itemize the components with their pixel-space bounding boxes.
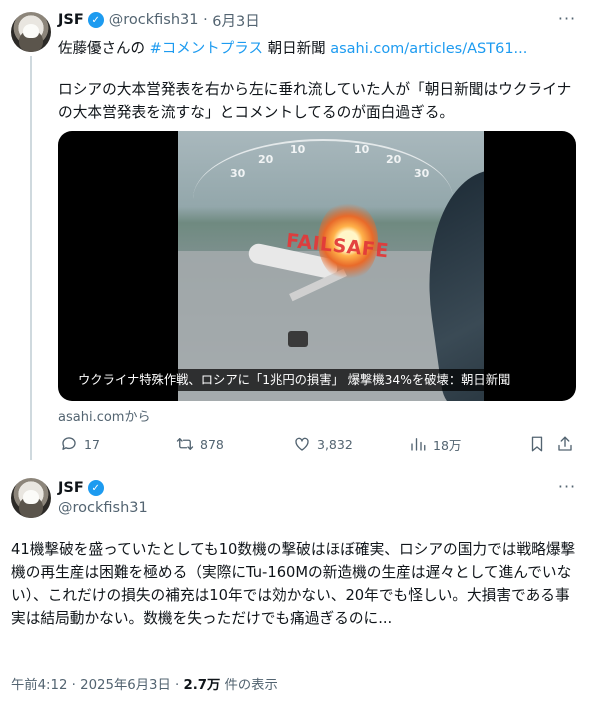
views-count: 2.7万 — [183, 678, 221, 693]
author-name[interactable]: JSF — [58, 12, 84, 28]
reply-icon — [62, 437, 76, 450]
more-icon[interactable]: ··· — [556, 11, 578, 32]
verified-badge-icon: ✓ — [87, 12, 104, 28]
bookmark-icon — [531, 436, 543, 452]
dial-label: 20 — [386, 153, 402, 166]
share-icon — [558, 436, 572, 451]
reply-button[interactable]: 17 — [60, 432, 100, 456]
views-count: 18万 — [433, 437, 462, 453]
views-button[interactable]: 18万 — [409, 432, 461, 456]
repost-icon — [176, 438, 194, 450]
paper-name: 朝日新聞 — [267, 41, 326, 57]
share-button[interactable] — [556, 432, 580, 456]
dial-label: 10 — [290, 143, 306, 156]
like-count: 3,832 — [317, 436, 353, 452]
dial-label: 30 — [414, 167, 430, 180]
author-handle[interactable]: @rockfish31 — [109, 12, 199, 28]
author-name[interactable]: JSF — [58, 480, 84, 496]
views-icon — [411, 438, 426, 451]
tweet-text: ロシアの大本営発表を右から左に垂れ流していた人が「朝日新聞はウクライナの大本営発… — [58, 81, 572, 121]
bookmark-button[interactable] — [528, 432, 552, 456]
tweet-date[interactable]: 6月3日 — [212, 10, 259, 31]
line2-prefix: 佐藤優さんの — [58, 41, 145, 57]
tweet-text: 41機撃破を盛っていたとしても10数機の撃破はほぼ確実、ロシアの国力では戦略爆撃… — [11, 541, 576, 627]
like-icon — [295, 437, 309, 451]
tweet-meta: 午前4:12 · 2025年6月3日 · 2.7万 件の表示 — [11, 674, 278, 693]
ground-object — [288, 331, 308, 347]
quoted-tweet[interactable]: JSF ✓ @rockfish31 · 6月3日 ··· 佐藤優さんの #コメン… — [0, 0, 591, 460]
more-icon[interactable]: ··· — [556, 479, 578, 500]
action-bar: 17 878 3,832 18万 — [58, 432, 578, 456]
dial-label: 10 — [354, 143, 370, 156]
thread-line — [30, 56, 32, 460]
dial-label: 30 — [230, 167, 246, 180]
separator-dot: · — [198, 12, 213, 28]
comment-plus-line: 佐藤優さんの #コメントプラス 朝日新聞 asahi.com/articles/… — [58, 37, 527, 58]
card-caption: ウクライナ特殊作戦、ロシアに「1兆円の損害」 爆撃機34%を破壊：朝日新聞 — [70, 369, 519, 391]
article-link[interactable]: asahi.com/articles/AST61... — [330, 41, 527, 57]
avatar[interactable] — [11, 478, 51, 518]
hashtag-link[interactable]: #コメントプラス — [150, 41, 263, 57]
author-handle[interactable]: @rockfish31 — [58, 500, 148, 516]
avatar[interactable] — [11, 12, 51, 52]
dial-label: 20 — [258, 153, 274, 166]
tweet-header: JSF ✓ @rockfish31 · 6月3日 — [58, 10, 260, 30]
link-card-image[interactable]: 30 20 10 10 20 30 FAILSAFE ウクライナ特殊作戦、ロシア… — [58, 131, 576, 401]
tweet-header: JSF ✓ — [58, 478, 109, 498]
main-tweet: JSF ✓ @rockfish31 ··· 41機撃破を盛っていたとしても10数… — [0, 466, 591, 705]
views-label: 件の表示 — [220, 678, 278, 693]
video-frame: 30 20 10 10 20 30 FAILSAFE — [178, 131, 484, 401]
timestamp[interactable]: 午前4:12 · 2025年6月3日 · — [11, 678, 183, 693]
reply-count: 17 — [84, 436, 100, 452]
card-source[interactable]: asahi.comから — [58, 406, 150, 425]
repost-count: 878 — [200, 436, 224, 452]
like-button[interactable]: 3,832 — [293, 432, 353, 456]
repost-button[interactable]: 878 — [176, 432, 224, 456]
verified-badge-icon: ✓ — [87, 480, 104, 496]
